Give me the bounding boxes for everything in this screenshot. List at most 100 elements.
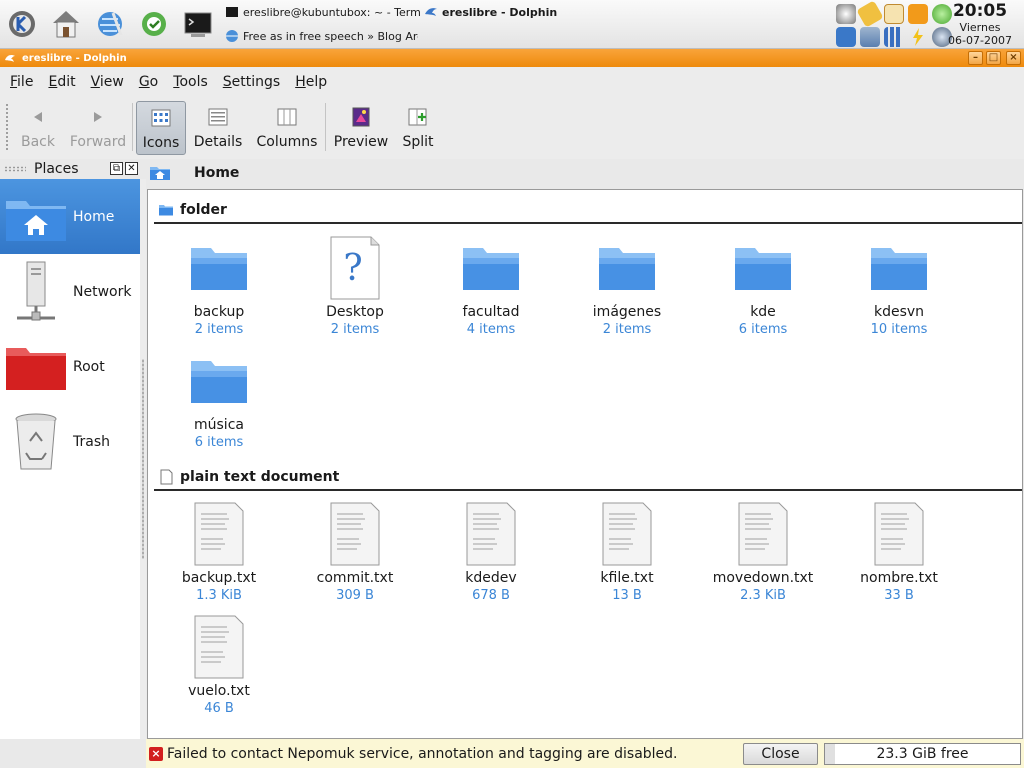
details-view-button[interactable]: Details (192, 101, 244, 155)
kmix-icon[interactable] (836, 27, 856, 47)
back-button[interactable]: Back (14, 101, 62, 155)
file-item[interactable]: facultad 4 items (423, 236, 559, 349)
home-folder-icon (4, 185, 68, 249)
file-item[interactable]: kdedev 678 B (423, 502, 559, 615)
split-view-icon (408, 108, 427, 126)
file-item[interactable]: nombre.txt 33 B (831, 502, 967, 615)
split-button[interactable]: Split (398, 101, 438, 155)
forward-button[interactable]: Forward (70, 101, 126, 155)
group-header-folder: folder (154, 198, 1022, 224)
text-file-icon (160, 469, 173, 485)
weather-icon[interactable] (836, 4, 856, 24)
menu-view[interactable]: View (91, 74, 124, 90)
place-trash[interactable]: Trash (0, 404, 140, 479)
menu-edit[interactable]: Edit (48, 74, 75, 90)
kmenu-icon[interactable] (2, 4, 42, 44)
icons-view-button[interactable]: Icons (136, 101, 186, 155)
place-home[interactable]: Home (0, 179, 140, 254)
text-file-icon (874, 502, 924, 566)
file-item[interactable]: ? Desktop 2 items (287, 236, 423, 349)
konqueror-icon[interactable] (90, 4, 130, 44)
minimize-button[interactable]: – (968, 51, 983, 65)
kde-panel: ereslibre@kubuntubox: ~ - Terminal eresl… (0, 0, 1024, 49)
folder-icon (463, 248, 519, 290)
panel-grip[interactable] (4, 166, 26, 172)
file-item[interactable]: backup.txt 1.3 KiB (151, 502, 287, 615)
breadcrumb: Home (146, 159, 1024, 187)
home-icon[interactable] (46, 4, 86, 44)
arrow-left-icon (34, 112, 42, 122)
free-space-label: 23.3 GiB free (876, 746, 969, 762)
places-panel: Home Network Root Trash (0, 179, 140, 739)
file-item[interactable]: vuelo.txt 46 B (151, 615, 287, 728)
details-list-icon (208, 108, 228, 126)
close-panel-button[interactable]: ✕ (125, 162, 138, 175)
kontact-icon[interactable] (134, 4, 174, 44)
akregator-icon[interactable] (908, 4, 928, 24)
place-label: Trash (73, 433, 110, 450)
preview-button[interactable]: Preview (333, 101, 389, 155)
status-message: Failed to contact Nepomuk service, annot… (167, 745, 678, 762)
clock[interactable]: 20:05 Viernes 06-07-2007 (940, 1, 1020, 48)
task-dolphin[interactable]: ereslibre - Dolphin (424, 1, 574, 23)
toolbar-separator (132, 103, 133, 151)
toolbar-grip[interactable] (5, 103, 9, 151)
close-window-button[interactable]: × (1006, 51, 1021, 65)
task-browser[interactable]: Free as in free speech » Blog Archiv (225, 25, 418, 47)
menu-go[interactable]: Go (139, 74, 158, 90)
place-network[interactable]: Network (0, 254, 140, 329)
main-toolbar: Back Forward Icons Details Columns Previ… (0, 97, 1024, 159)
breadcrumb-current[interactable]: Home (194, 165, 239, 181)
file-item[interactable]: kdesvn 10 items (831, 236, 967, 349)
icon-grid-icon (151, 109, 171, 127)
file-item[interactable]: backup 2 items (151, 236, 287, 349)
maximize-button[interactable]: □ (986, 51, 1001, 65)
trash-icon (4, 410, 68, 474)
group-header-plain-text: plain text document (154, 465, 1022, 491)
place-root[interactable]: Root (0, 329, 140, 404)
folder-icon (735, 248, 791, 290)
close-message-button[interactable]: Close (743, 743, 818, 765)
home-folder-icon[interactable] (149, 165, 171, 181)
red-folder-icon (4, 335, 68, 399)
network-icon[interactable] (860, 27, 880, 47)
file-item[interactable]: música 6 items (151, 349, 287, 462)
signal-icon[interactable] (884, 27, 904, 47)
toolbar-separator (325, 103, 326, 151)
error-icon: × (149, 746, 163, 761)
dolphin-icon (5, 55, 15, 62)
preview-image-icon (352, 107, 370, 127)
menu-tools[interactable]: Tools (173, 74, 208, 90)
text-file-icon (330, 502, 380, 566)
browser-icon (226, 30, 238, 42)
clock-date: 06-07-2007 (948, 34, 1012, 47)
place-label: Home (73, 208, 115, 225)
file-item[interactable]: imágenes 2 items (559, 236, 695, 349)
menu-file[interactable]: File (10, 74, 33, 90)
terminal-icon[interactable] (178, 4, 218, 44)
float-panel-button[interactable]: ⧉ (110, 162, 123, 175)
kopete-icon[interactable] (884, 4, 904, 24)
text-file-icon (466, 502, 516, 566)
file-item[interactable]: kde 6 items (695, 236, 831, 349)
task-terminal[interactable]: ereslibre@kubuntubox: ~ - Terminal (225, 1, 421, 23)
columns-view-button[interactable]: Columns (256, 101, 318, 155)
file-view[interactable]: folder backup 2 items ? Desktop 2 items … (147, 189, 1023, 739)
free-space-indicator[interactable]: 23.3 GiB free (824, 743, 1021, 765)
file-item[interactable]: commit.txt 309 B (287, 502, 423, 615)
file-item[interactable]: movedown.txt 2.3 KiB (695, 502, 831, 615)
window-titlebar[interactable]: ereslibre - Dolphin – □ × (0, 49, 1024, 67)
status-bar: × Failed to contact Nepomuk service, ann… (146, 739, 1024, 768)
menubar: File Edit View Go Tools Settings Help (0, 67, 1024, 97)
power-icon[interactable] (908, 27, 928, 47)
place-label: Root (73, 358, 105, 375)
menu-settings[interactable]: Settings (223, 74, 280, 90)
folder-icon (871, 248, 927, 290)
menu-help[interactable]: Help (295, 74, 327, 90)
dolphin-icon (425, 8, 437, 16)
folder-icon (159, 205, 173, 216)
panel-splitter[interactable] (140, 179, 146, 739)
file-item[interactable]: kfile.txt 13 B (559, 502, 695, 615)
clipboard-icon[interactable] (856, 0, 884, 28)
terminal-icon (226, 7, 238, 17)
